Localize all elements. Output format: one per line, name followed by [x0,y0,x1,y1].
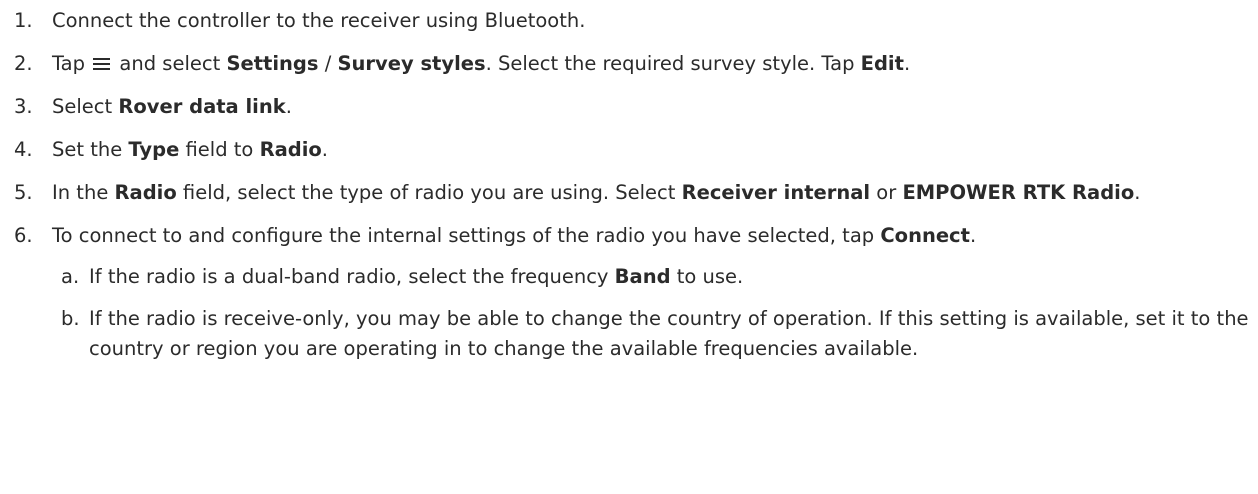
substep-b: b. If the radio is receive-only, you may… [61,304,1258,364]
step-text: In the [52,181,115,204]
substep-a: a. If the radio is a dual-band radio, se… [61,262,1258,292]
radio-value-label: Radio [259,138,322,161]
step-text: Select [52,95,119,118]
step-text: . [903,52,911,75]
step-6: 6. To connect to and configure the inter… [0,221,1258,364]
step-text: / [318,52,338,75]
instruction-document: 1. Connect the controller to the receive… [0,6,1258,494]
substep-text: to use. [670,265,744,288]
step-1: 1. Connect the controller to the receive… [0,6,1258,36]
substep-letter: a. [61,265,80,288]
step-text: To connect to and configure the internal… [52,224,881,247]
step-4: 4. Set the Type field to Radio. [0,135,1258,165]
step-text: Tap [52,52,92,75]
step-text: Connect the controller to the receiver u… [52,9,586,32]
survey-styles-label: Survey styles [337,52,486,75]
step-number: 3. [14,95,33,118]
step-text: . Select the required survey style. Tap [485,52,861,75]
procedure-steps: 1. Connect the controller to the receive… [0,6,1258,364]
rover-data-link-label: Rover data link [118,95,286,118]
step-text: . [321,138,328,161]
connect-label: Connect [880,224,970,247]
radio-field-label: Radio [114,181,177,204]
type-field-label: Type [128,138,180,161]
step-text: or [870,181,903,204]
step-text: field, select the type of radio you are … [176,181,682,204]
step-3: 3. Select Rover data link. [0,92,1258,122]
substep-text: If the radio is receive-only, you may be… [89,307,1249,360]
step-5: 5. In the Radio field, select the type o… [0,178,1258,208]
substep-letter: b. [61,307,80,330]
step-text: field to [179,138,260,161]
sub-steps: a. If the radio is a dual-band radio, se… [61,262,1258,364]
step-number: 2. [14,52,33,75]
step-number: 6. [14,224,33,247]
step-text: . [1134,181,1141,204]
edit-label: Edit [860,52,904,75]
empower-rtk-radio-label: EMPOWER RTK Radio [902,181,1135,204]
step-number: 1. [14,9,33,32]
step-text: . [969,224,977,247]
settings-label: Settings [226,52,319,75]
step-2: 2. Tap and select Settings / Survey styl… [0,49,1258,79]
receiver-internal-label: Receiver internal [681,181,871,204]
hamburger-menu-icon [93,57,111,71]
step-text: Set the [52,138,129,161]
step-text: . [285,95,292,118]
step-number: 4. [14,138,33,161]
step-text: and select [113,52,227,75]
substep-text: If the radio is a dual-band radio, selec… [89,265,615,288]
step-number: 5. [14,181,33,204]
band-label: Band [614,265,671,288]
